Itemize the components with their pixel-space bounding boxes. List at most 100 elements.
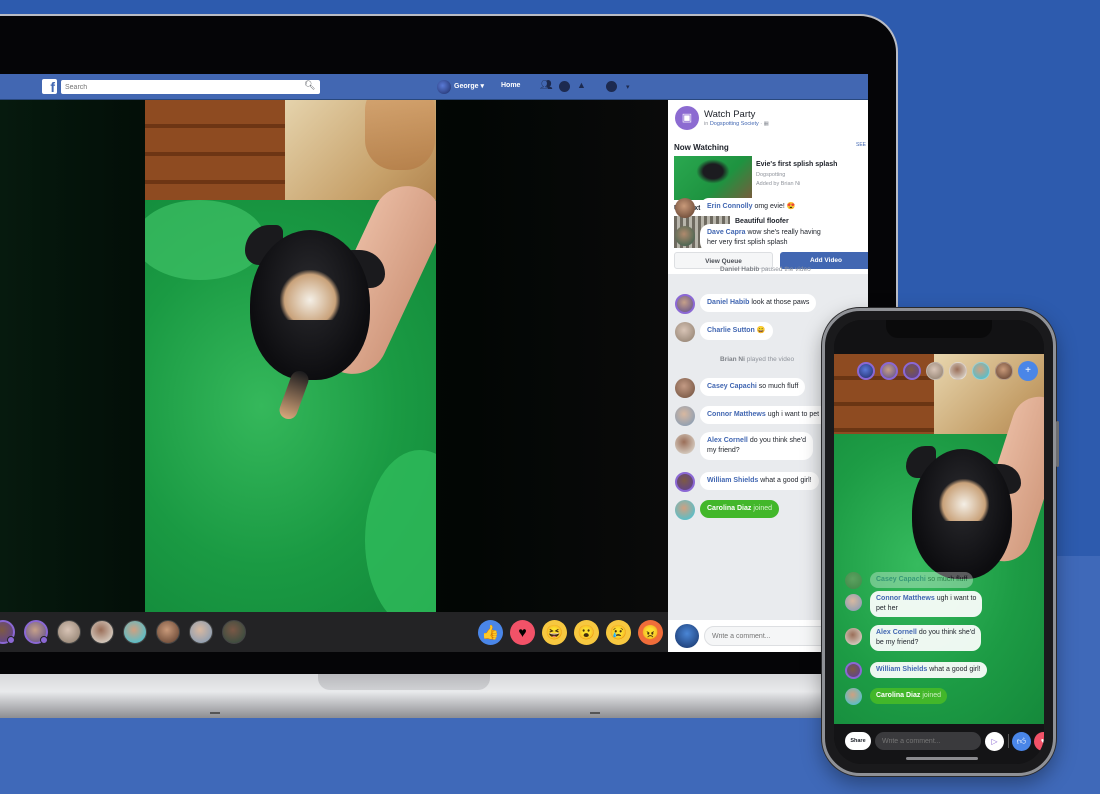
angry-reaction-icon[interactable]: 😠 [638,620,663,645]
facebook-logo[interactable]: f [42,79,57,95]
commenter-name[interactable]: Connor Matthews [707,411,766,418]
media-picker-icon[interactable]: ▷ [985,732,1004,751]
comment-text: do you think she'd [749,437,807,444]
viewer-avatar[interactable] [156,620,180,644]
phone-comment-input[interactable] [875,732,981,750]
viewer-avatar[interactable] [857,362,875,380]
commenter-name[interactable]: William Shields [876,666,927,673]
search-input[interactable] [61,80,320,94]
like-reaction-icon[interactable]: 👍 [478,620,503,645]
viewer-avatar[interactable] [880,362,898,380]
love-reaction-icon[interactable]: ♥ [1034,732,1044,751]
now-watching-added-by: Added by Brian Ni [756,181,801,187]
chat-avatar[interactable] [675,198,695,218]
chat-avatar[interactable] [845,662,862,679]
commenter-name[interactable]: Daniel Habib [707,299,749,306]
commenter-name[interactable]: Connor Matthews [876,595,935,602]
chat-avatar[interactable] [675,406,695,426]
viewer-avatar[interactable] [24,620,48,644]
now-watching-label: Now Watching [674,143,729,152]
calendar-icon: ▦ [763,121,769,127]
profile-link[interactable]: George ▾ [454,82,484,90]
viewer-avatar[interactable] [57,620,81,644]
help-icon[interactable] [606,81,617,92]
comment-text: 😄 [756,327,766,334]
comment-text: what a good girl! [929,666,981,673]
viewers-bar: 👍 ♥ 😆 😮 😢 😠 [0,612,668,652]
host-badge-icon [40,636,48,644]
chat-bubble: Erin Connolly omg evie! 😍 [700,198,803,216]
chat-avatar[interactable] [845,628,862,645]
commenter-name[interactable]: Alex Cornell [876,629,917,636]
chat-bubble: Connor Matthews ugh i want to pet her [700,406,839,424]
dropdown-icon[interactable]: ▾ [626,83,630,91]
share-button[interactable]: Share [845,732,871,750]
chat-avatar[interactable] [675,434,695,454]
home-indicator[interactable] [906,757,978,760]
video-frame[interactable] [145,100,436,612]
commenter-name[interactable]: Dave Capra [707,229,746,236]
system-message-name: Daniel Habib [720,266,760,273]
chat-avatar[interactable] [845,594,862,611]
comment-text-continued: be my friend? [876,639,919,646]
comment-text: joined [753,505,772,512]
viewer-avatar[interactable] [903,362,921,380]
chat-avatar[interactable] [675,294,695,314]
comment-text-continued: my friend? [707,447,740,454]
love-reaction-icon[interactable]: ♥ [510,620,535,645]
viewer-avatar[interactable] [926,362,944,380]
profile-avatar[interactable] [437,80,451,94]
chat-avatar[interactable] [675,378,695,398]
commenter-name[interactable]: Carolina Diaz [707,505,751,512]
commenter-name[interactable]: Carolina Diaz [876,692,920,699]
commenter-name[interactable]: Casey Capachi [876,576,926,583]
search-icon[interactable]: 🔍︎ [304,80,315,91]
notifications-icon[interactable]: ▲ [577,80,586,90]
now-watching-thumbnail[interactable] [674,156,752,200]
like-reaction-icon[interactable]: 👍︎ [1012,732,1031,751]
viewer-avatar[interactable] [0,620,15,644]
phone-screen: + Casey Capachi so much fluff Connor Matt… [834,320,1044,764]
group-link[interactable]: Dogspotting Society [710,121,759,127]
sad-reaction-icon[interactable]: 😢 [606,620,631,645]
viewer-avatar[interactable] [90,620,114,644]
chat-bubble: Casey Capachi so much fluff [870,572,974,588]
comment-text-continued: her very first splish splash [707,239,788,246]
viewer-avatar[interactable] [123,620,147,644]
chat-avatar[interactable] [675,226,695,246]
chat-avatar[interactable] [845,688,862,705]
system-message: Brian Ni played the video [720,356,794,363]
viewer-avatar[interactable] [189,620,213,644]
video-scene-wood [145,100,295,205]
commenter-name[interactable]: Erin Connolly [707,203,753,210]
see-all-link[interactable]: SEE [856,142,866,148]
video-player[interactable] [0,100,668,612]
viewer-avatar[interactable] [222,620,246,644]
home-link[interactable]: Home [501,82,520,89]
comment-text: so much fluff [758,383,799,390]
wow-reaction-icon[interactable]: 😮 [574,620,599,645]
haha-reaction-icon[interactable]: 😆 [542,620,567,645]
now-watching-title: Evie's first splish splash [756,161,838,168]
viewer-avatar[interactable] [949,362,967,380]
now-watching-source: Dogspotting [756,172,786,178]
commenter-name[interactable]: Alex Cornell [707,437,748,444]
watch-party-icon: ▣ [675,106,699,130]
add-person-icon[interactable]: + [1018,361,1038,381]
messenger-icon[interactable] [559,81,570,92]
commenter-name[interactable]: William Shields [707,477,758,484]
commenter-name[interactable]: Charlie Sutton [707,327,755,334]
viewer-avatar[interactable] [995,362,1013,380]
chat-avatar[interactable] [675,500,695,520]
chat-avatar[interactable] [845,572,862,589]
system-message-text: paused the video [761,266,811,273]
phone: + Casey Capachi so much fluff Connor Matt… [822,308,1059,776]
commenter-name[interactable]: Casey Capachi [707,383,757,390]
chat-avatar[interactable] [675,472,695,492]
phone-video-player[interactable]: + Casey Capachi so much fluff Connor Matt… [834,354,1044,724]
chat-avatar[interactable] [675,322,695,342]
friend-requests-icon[interactable]: 👥︎ [540,80,553,91]
viewer-avatar[interactable] [972,362,990,380]
chat-bubble: Casey Capachi so much fluff [700,378,806,396]
facebook-navbar: f 🔍︎ George ▾ Home 👥︎ ▲ ▾ [0,74,868,100]
